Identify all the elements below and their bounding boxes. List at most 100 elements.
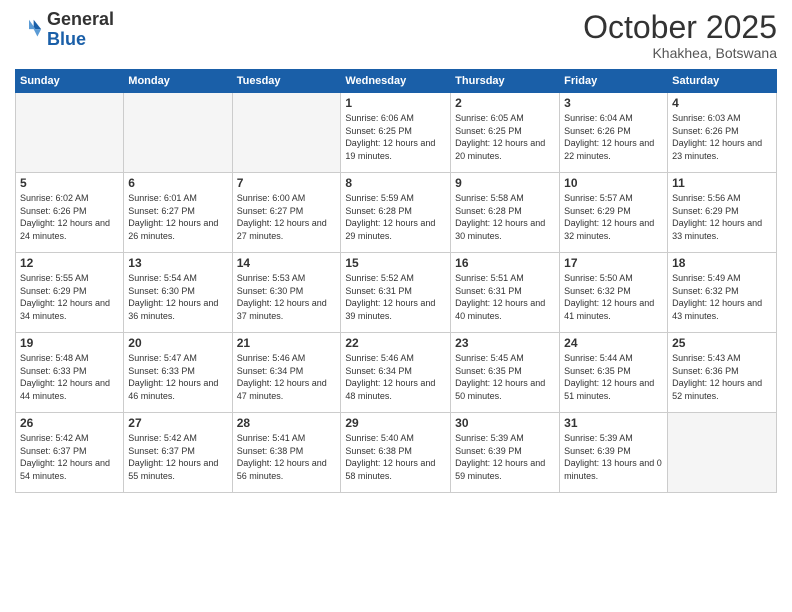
calendar-table: Sunday Monday Tuesday Wednesday Thursday… [15, 69, 777, 493]
day-info: Sunrise: 5:56 AMSunset: 6:29 PMDaylight:… [672, 192, 772, 242]
day-info: Sunrise: 5:42 AMSunset: 6:37 PMDaylight:… [128, 432, 227, 482]
logo-text: General Blue [47, 10, 114, 50]
calendar-cell: 10 Sunrise: 5:57 AMSunset: 6:29 PMDayligh… [560, 173, 668, 253]
day-info: Sunrise: 5:41 AMSunset: 6:38 PMDaylight:… [237, 432, 337, 482]
header: General Blue October 2025 Khakhea, Botsw… [15, 10, 777, 61]
calendar-cell: 4 Sunrise: 6:03 AMSunset: 6:26 PMDaylight… [668, 93, 777, 173]
calendar-week-2: 5 Sunrise: 6:02 AMSunset: 6:26 PMDaylight… [16, 173, 777, 253]
day-info: Sunrise: 5:46 AMSunset: 6:34 PMDaylight:… [237, 352, 337, 402]
day-info: Sunrise: 5:51 AMSunset: 6:31 PMDaylight:… [455, 272, 555, 322]
calendar-cell [232, 93, 341, 173]
day-number: 2 [455, 96, 555, 110]
calendar-cell: 12 Sunrise: 5:55 AMSunset: 6:29 PMDayligh… [16, 253, 124, 333]
day-number: 17 [564, 256, 663, 270]
day-number: 16 [455, 256, 555, 270]
calendar-cell [668, 413, 777, 493]
day-number: 29 [345, 416, 446, 430]
day-number: 15 [345, 256, 446, 270]
header-tuesday: Tuesday [232, 70, 341, 93]
day-number: 18 [672, 256, 772, 270]
day-info: Sunrise: 5:39 AMSunset: 6:39 PMDaylight:… [455, 432, 555, 482]
calendar-cell: 6Sunrise: 6:01 AMSunset: 6:27 PMDaylight… [124, 173, 232, 253]
day-info: Sunrise: 5:55 AMSunset: 6:29 PMDaylight:… [20, 272, 119, 322]
calendar-cell: 5 Sunrise: 6:02 AMSunset: 6:26 PMDaylight… [16, 173, 124, 253]
calendar-cell: 2 Sunrise: 6:05 AMSunset: 6:25 PMDaylight… [451, 93, 560, 173]
day-number: 1 [345, 96, 446, 110]
day-info: Sunrise: 6:02 AMSunset: 6:26 PMDaylight:… [20, 192, 119, 242]
day-number: 6 [128, 176, 227, 190]
calendar-week-3: 12 Sunrise: 5:55 AMSunset: 6:29 PMDayligh… [16, 253, 777, 333]
calendar-cell: 8 Sunrise: 5:59 AMSunset: 6:28 PMDaylight… [341, 173, 451, 253]
calendar-cell: 18 Sunrise: 5:49 AMSunset: 6:32 PMDayligh… [668, 253, 777, 333]
day-info: Sunrise: 5:53 AMSunset: 6:30 PMDaylight:… [237, 272, 337, 322]
day-info: Sunrise: 6:04 AMSunset: 6:26 PMDaylight:… [564, 112, 663, 162]
calendar-week-1: 1 Sunrise: 6:06 AMSunset: 6:25 PMDaylight… [16, 93, 777, 173]
calendar-cell: 16 Sunrise: 5:51 AMSunset: 6:31 PMDayligh… [451, 253, 560, 333]
header-saturday: Saturday [668, 70, 777, 93]
calendar-cell: 9Sunrise: 5:58 AMSunset: 6:28 PMDaylight… [451, 173, 560, 253]
header-thursday: Thursday [451, 70, 560, 93]
day-number: 23 [455, 336, 555, 350]
logo: General Blue [15, 10, 114, 50]
day-number: 22 [345, 336, 446, 350]
calendar-cell: 28 Sunrise: 5:41 AMSunset: 6:38 PMDayligh… [232, 413, 341, 493]
day-info: Sunrise: 6:05 AMSunset: 6:25 PMDaylight:… [455, 112, 555, 162]
calendar-cell: 25 Sunrise: 5:43 AMSunset: 6:36 PMDayligh… [668, 333, 777, 413]
day-number: 7 [237, 176, 337, 190]
calendar-cell: 7Sunrise: 6:00 AMSunset: 6:27 PMDaylight… [232, 173, 341, 253]
header-sunday: Sunday [16, 70, 124, 93]
day-number: 31 [564, 416, 663, 430]
calendar-cell: 21 Sunrise: 5:46 AMSunset: 6:34 PMDayligh… [232, 333, 341, 413]
calendar-cell: 15Sunrise: 5:52 AMSunset: 6:31 PMDayligh… [341, 253, 451, 333]
day-number: 21 [237, 336, 337, 350]
logo-general: General [47, 9, 114, 29]
day-number: 13 [128, 256, 227, 270]
calendar-cell: 24Sunrise: 5:44 AMSunset: 6:35 PMDayligh… [560, 333, 668, 413]
month-title: October 2025 [583, 10, 777, 45]
day-number: 14 [237, 256, 337, 270]
header-wednesday: Wednesday [341, 70, 451, 93]
day-info: Sunrise: 5:50 AMSunset: 6:32 PMDaylight:… [564, 272, 663, 322]
day-number: 12 [20, 256, 119, 270]
day-number: 26 [20, 416, 119, 430]
calendar-cell: 19Sunrise: 5:48 AMSunset: 6:33 PMDayligh… [16, 333, 124, 413]
day-number: 10 [564, 176, 663, 190]
calendar-cell: 11 Sunrise: 5:56 AMSunset: 6:29 PMDayligh… [668, 173, 777, 253]
day-info: Sunrise: 6:03 AMSunset: 6:26 PMDaylight:… [672, 112, 772, 162]
day-info: Sunrise: 5:43 AMSunset: 6:36 PMDaylight:… [672, 352, 772, 402]
day-info: Sunrise: 6:06 AMSunset: 6:25 PMDaylight:… [345, 112, 446, 162]
day-number: 27 [128, 416, 227, 430]
day-number: 8 [345, 176, 446, 190]
calendar-cell: 13 Sunrise: 5:54 AMSunset: 6:30 PMDayligh… [124, 253, 232, 333]
day-info: Sunrise: 5:59 AMSunset: 6:28 PMDaylight:… [345, 192, 446, 242]
day-info: Sunrise: 5:57 AMSunset: 6:29 PMDaylight:… [564, 192, 663, 242]
day-number: 20 [128, 336, 227, 350]
day-number: 25 [672, 336, 772, 350]
day-info: Sunrise: 5:39 AMSunset: 6:39 PMDaylight:… [564, 432, 663, 482]
header-friday: Friday [560, 70, 668, 93]
calendar-cell: 20 Sunrise: 5:47 AMSunset: 6:33 PMDayligh… [124, 333, 232, 413]
calendar-cell: 22Sunrise: 5:46 AMSunset: 6:34 PMDayligh… [341, 333, 451, 413]
day-info: Sunrise: 5:54 AMSunset: 6:30 PMDaylight:… [128, 272, 227, 322]
day-info: Sunrise: 5:49 AMSunset: 6:32 PMDaylight:… [672, 272, 772, 322]
calendar-week-5: 26 Sunrise: 5:42 AMSunset: 6:37 PMDayligh… [16, 413, 777, 493]
calendar-cell: 23Sunrise: 5:45 AMSunset: 6:35 PMDayligh… [451, 333, 560, 413]
calendar-cell: 17 Sunrise: 5:50 AMSunset: 6:32 PMDayligh… [560, 253, 668, 333]
day-number: 5 [20, 176, 119, 190]
day-info: Sunrise: 5:58 AMSunset: 6:28 PMDaylight:… [455, 192, 555, 242]
day-number: 3 [564, 96, 663, 110]
day-info: Sunrise: 5:44 AMSunset: 6:35 PMDaylight:… [564, 352, 663, 402]
logo-blue: Blue [47, 29, 86, 49]
day-number: 30 [455, 416, 555, 430]
day-info: Sunrise: 5:47 AMSunset: 6:33 PMDaylight:… [128, 352, 227, 402]
day-number: 4 [672, 96, 772, 110]
calendar-cell [124, 93, 232, 173]
day-number: 11 [672, 176, 772, 190]
day-number: 19 [20, 336, 119, 350]
calendar-cell: 26Sunrise: 5:42 AMSunset: 6:37 PMDayligh… [16, 413, 124, 493]
calendar-header-row: Sunday Monday Tuesday Wednesday Thursday… [16, 70, 777, 93]
calendar-cell: 14 Sunrise: 5:53 AMSunset: 6:30 PMDayligh… [232, 253, 341, 333]
location-subtitle: Khakhea, Botswana [583, 45, 777, 61]
day-number: 28 [237, 416, 337, 430]
header-monday: Monday [124, 70, 232, 93]
